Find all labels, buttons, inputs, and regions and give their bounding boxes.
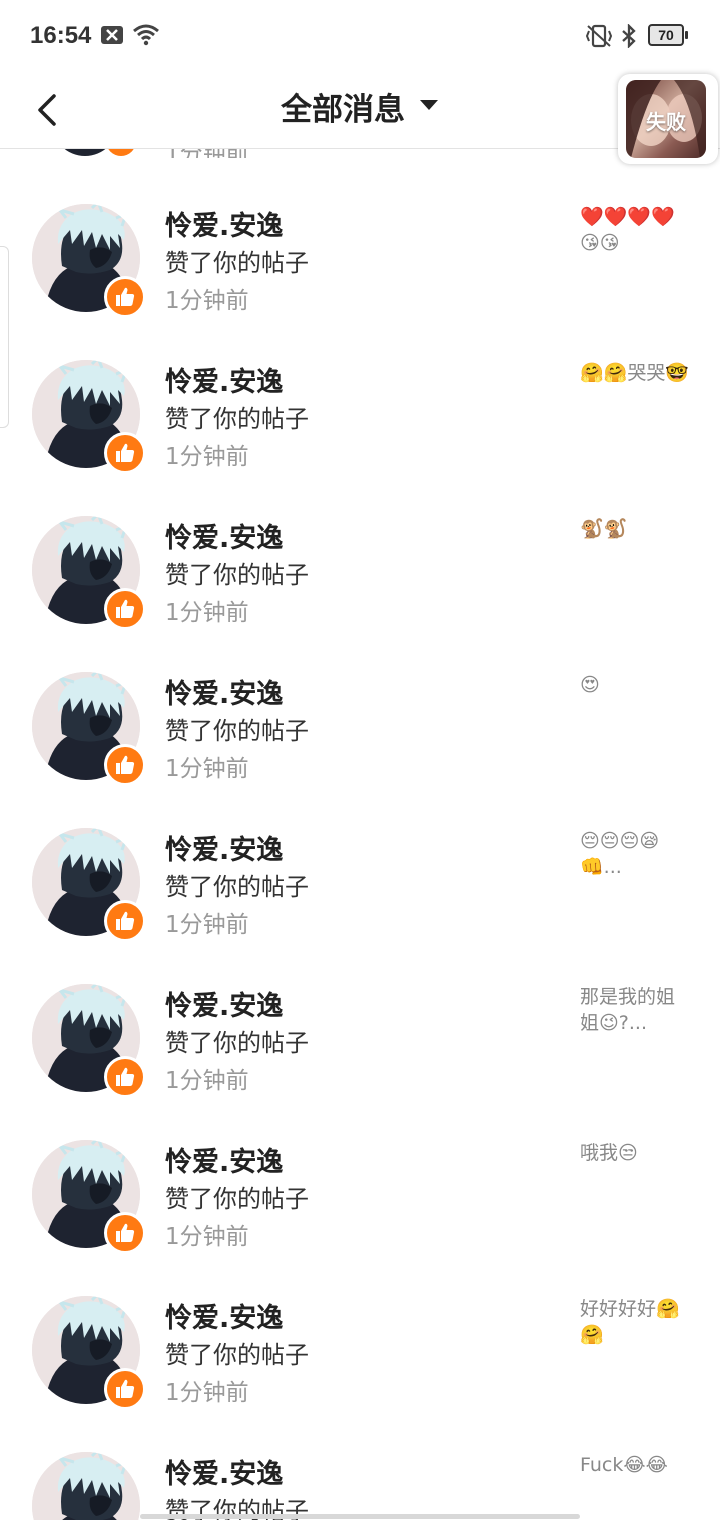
post-preview[interactable]: 😍 [580,672,690,698]
page-title: 全部消息 [281,92,405,128]
sender-username[interactable]: 怜爱.安逸 [165,1296,283,1335]
sender-username[interactable]: 怜爱.安逸 [165,516,283,555]
message-item[interactable]: 怜爱.安逸 赞了你的帖子 1分钟前 好好好好🤗🤗 [0,1240,720,1410]
message-action: 赞了你的帖子 [165,1029,309,1057]
message-item[interactable]: 怜爱.安逸 赞了你的帖子 1分钟前 那是我的姐姐😉?... [0,928,720,1098]
post-preview[interactable]: Fuck😂😂 [580,1452,690,1478]
status-time: 16:54 [30,22,92,49]
home-indicator[interactable] [140,1514,580,1519]
message-item[interactable]: 怜爱.安逸 赞了你的帖子 1分钟前 ❤️❤️❤️❤️😘😘 [0,148,720,318]
sender-username[interactable]: 怜爱.安逸 [165,828,283,867]
post-preview[interactable]: 好好好好🤗🤗 [580,1296,690,1348]
status-bar: 16:54 70 [0,0,720,72]
post-preview[interactable]: 🐒🐒 [580,516,690,542]
message-item[interactable]: 怜爱.安逸 赞了你的帖子 1分钟前 Fuck😂😂 [0,1396,720,1520]
top-bar: 全部消息 [0,72,720,149]
message-action: 赞了你的帖子 [165,249,309,277]
sender-username[interactable]: 怜爱.安逸 [165,1452,283,1491]
message-action: 赞了你的帖子 [165,561,309,589]
post-preview[interactable]: 😔😔😔😪👊... [580,828,690,880]
post-preview[interactable]: 🤗🤗哭哭🤓 [580,360,690,386]
sender-username[interactable]: 怜爱.安逸 [165,204,283,243]
message-action: 赞了你的帖子 [165,405,309,433]
message-action: 赞了你的帖子 [165,717,309,745]
bluetooth-icon [620,23,638,52]
floating-thumbnail-image: 失败 [626,80,706,158]
wifi-icon [132,24,160,50]
avatar[interactable] [32,1452,140,1520]
post-preview[interactable]: 那是我的姐姐😉?... [580,984,690,1036]
notification-x-icon [100,24,124,50]
message-item[interactable]: 怜爱.安逸 赞了你的帖子 1分钟前 😍 [0,616,720,786]
message-action: 赞了你的帖子 [165,873,309,901]
floating-window-thumbnail[interactable]: 失败 [618,74,718,164]
vibrate-icon [584,24,614,52]
post-preview[interactable]: ❤️❤️❤️❤️😘😘 [580,204,690,256]
sender-username[interactable]: 怜爱.安逸 [165,1140,283,1179]
floating-thumbnail-label: 失败 [646,110,686,134]
post-preview[interactable]: 哦我😒 [580,1140,690,1166]
caret-down-icon [419,97,439,116]
message-item[interactable]: 怜爱.安逸 赞了你的帖子 1分钟前 🐒🐒 [0,460,720,630]
message-action: 赞了你的帖子 [165,1185,309,1213]
message-item[interactable]: 怜爱.安逸 赞了你的帖子 1分钟前 😔😔😔😪👊... [0,772,720,942]
message-list[interactable]: 1分钟前 怜爱.安逸 赞了你的帖子 1分钟前 ❤️❤️❤️❤️😘😘 [0,148,720,1520]
message-item[interactable]: 怜爱.安逸 赞了你的帖子 1分钟前 🤗🤗哭哭🤓 [0,304,720,474]
sender-username[interactable]: 怜爱.安逸 [165,360,283,399]
battery-icon: 70 [648,24,688,46]
message-action: 赞了你的帖子 [165,1341,309,1369]
sender-username[interactable]: 怜爱.安逸 [165,984,283,1023]
title-dropdown[interactable]: 全部消息 [0,84,720,129]
message-item[interactable]: 怜爱.安逸 赞了你的帖子 1分钟前 哦我😒 [0,1084,720,1254]
sender-username[interactable]: 怜爱.安逸 [165,672,283,711]
